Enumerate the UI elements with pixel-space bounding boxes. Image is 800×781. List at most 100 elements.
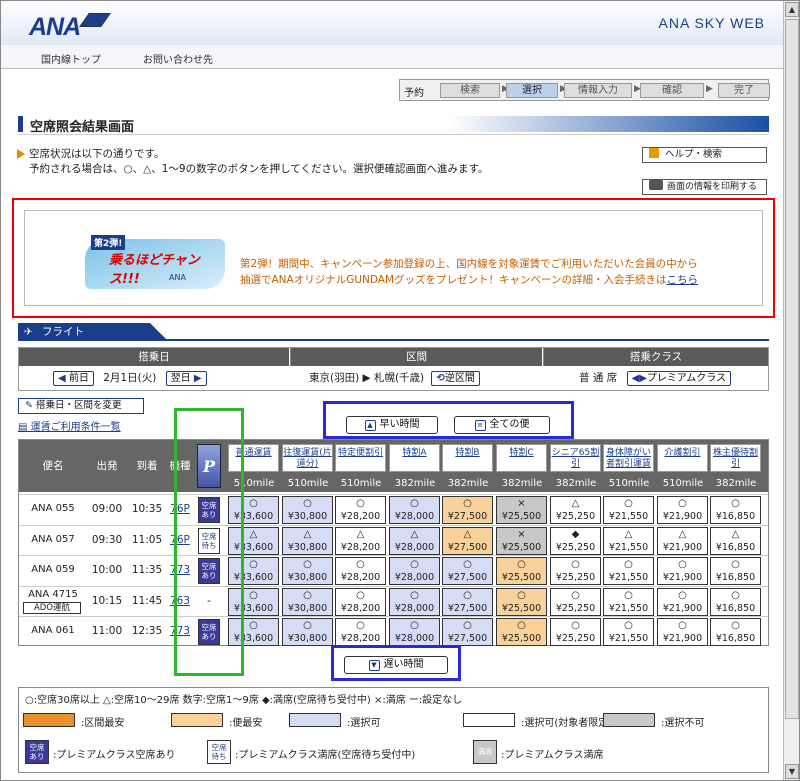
ana-logo[interactable]: ANA [29, 13, 112, 42]
arrow-up-icon: ▲ [364, 420, 376, 431]
fare-seat-button[interactable]: ○ ¥28,000 [389, 618, 440, 646]
premium-status-button[interactable]: 空席あり [198, 619, 220, 645]
fare-seat-button[interactable]: ○ ¥21,900 [657, 557, 708, 585]
fare-seat-button[interactable]: ○ ¥28,200 [335, 496, 386, 524]
reverse-route-button[interactable]: ⟲逆区間 [431, 370, 480, 386]
fare-seat-button[interactable]: ○ ¥30,800 [282, 618, 333, 646]
earlier-flights-button[interactable]: ▲ 早い時間 [346, 416, 438, 434]
fare-seat-button[interactable]: ○ ¥33,600 [228, 618, 279, 646]
premium-status-button[interactable]: 空席あり [198, 497, 220, 523]
fare-seat-button[interactable]: ○ ¥30,800 [282, 588, 333, 616]
fare-seat-button[interactable]: ○ ¥21,550 [603, 496, 654, 524]
seat-symbol: × [517, 529, 526, 540]
fare-header-9[interactable]: 介護割引 [657, 444, 708, 472]
next-day-button[interactable]: 翌日 ▶ [165, 370, 207, 386]
fare-price: ¥33,600 [233, 633, 274, 644]
all-flights-button[interactable]: ≡ 全ての便 [454, 416, 550, 434]
fare-seat-button[interactable]: ○ ¥27,500 [442, 618, 493, 646]
fare-seat-button[interactable]: △ ¥25,250 [550, 496, 601, 524]
fare-seat-button[interactable]: ○ ¥28,200 [335, 557, 386, 585]
fare-seat-button[interactable]: ○ ¥16,850 [710, 618, 761, 646]
fare-header-3[interactable]: 特定便割引 [335, 444, 386, 472]
fare-seat-button[interactable]: ○ ¥25,500 [496, 557, 547, 585]
fare-seat-button[interactable]: △ ¥30,800 [282, 527, 333, 555]
aircraft-type-link[interactable]: 763 [167, 595, 193, 607]
fare-header-1[interactable]: 普通運賃 [228, 444, 279, 472]
fare-seat-button[interactable]: ○ ¥25,250 [550, 618, 601, 646]
fare-seat-button[interactable]: ○ ¥21,550 [603, 557, 654, 585]
all-flights-label: 全ての便 [489, 419, 530, 430]
fare-header-10[interactable]: 株主優待割引 [710, 444, 761, 472]
nav-contact[interactable]: お問い合わせ先 [143, 51, 213, 66]
campaign-link[interactable]: こちら [667, 274, 699, 286]
fare-seat-button[interactable]: ○ ¥28,000 [389, 557, 440, 585]
premium-status-button[interactable]: 空席あり [198, 558, 220, 584]
fare-seat-button[interactable]: ○ ¥30,800 [282, 496, 333, 524]
fare-seat-button[interactable]: ○ ¥33,600 [228, 496, 279, 524]
fare-seat-button[interactable]: ○ ¥27,500 [442, 496, 493, 524]
aircraft-type-link[interactable]: 76P [167, 534, 193, 546]
legend-premium-icon: 空席待ち [207, 740, 231, 764]
fare-seat-button[interactable]: ○ ¥28,000 [389, 588, 440, 616]
fare-header-6[interactable]: 特割C [496, 444, 547, 472]
fare-seat-button[interactable]: ○ ¥27,500 [442, 588, 493, 616]
fare-seat-button[interactable]: ○ ¥21,900 [657, 618, 708, 646]
aircraft-type-link[interactable]: 76P [167, 503, 193, 515]
scroll-thumb[interactable] [785, 19, 799, 719]
fare-seat-button[interactable]: ○ ¥21,900 [657, 496, 708, 524]
fare-header-7[interactable]: シニア65割引 [550, 444, 601, 472]
legend-premium-label: :プレミアムクラス満席(空席待ち受付中) [235, 750, 416, 761]
later-flights-button[interactable]: ▼ 遅い時間 [344, 656, 448, 674]
fare-seat-button[interactable]: △ ¥33,600 [228, 527, 279, 555]
seat-symbol: ○ [463, 559, 472, 570]
browser-window: ANA ANA SKY WEB 国内線トップ お問い合わせ先 予約 検索▶選択▶… [0, 0, 800, 781]
change-date-route-button[interactable]: ✎ 搭乗日・区間を変更 [18, 398, 144, 414]
aircraft-type-link[interactable]: 773 [167, 564, 193, 576]
fare-seat-button[interactable]: △ ¥28,000 [389, 527, 440, 555]
campaign-banner[interactable]: 第2弾! 乗るほどチャンス!!! ANA 第2弾！期間中、キャンペーン参加登録の… [24, 210, 763, 306]
fare-seat-button[interactable]: ○ ¥21,550 [603, 618, 654, 646]
fare-rules-link[interactable]: ▤ 運賃ご利用条件一覧 [18, 418, 121, 433]
fare-mile-3: 510mile [334, 476, 388, 492]
help-search-button[interactable]: ヘルプ・検索 [642, 147, 767, 163]
fare-seat-button[interactable]: ○ ¥25,500 [496, 618, 547, 646]
fare-seat-button[interactable]: ○ ¥33,600 [228, 557, 279, 585]
fare-seat-button[interactable]: ○ ¥16,850 [710, 588, 761, 616]
fare-header-5[interactable]: 特割B [442, 444, 493, 472]
vertical-scrollbar[interactable]: ▲ ▼ [783, 1, 799, 780]
fare-seat-button[interactable]: ○ ¥30,800 [282, 557, 333, 585]
fare-price: ¥21,900 [662, 603, 703, 614]
print-button[interactable]: 画面の情報を印刷する [642, 179, 767, 195]
nav-domestic-top[interactable]: 国内線トップ [41, 51, 101, 66]
fare-seat-button[interactable]: ○ ¥25,250 [550, 588, 601, 616]
fare-seat-button[interactable]: ○ ¥28,200 [335, 588, 386, 616]
fare-seat-button[interactable]: ○ ¥28,200 [335, 618, 386, 646]
fare-seat-button[interactable]: ○ ¥25,250 [550, 557, 601, 585]
fare-header-2[interactable]: 往復運賃(片道分) [282, 444, 333, 472]
premium-status-button[interactable]: 空席待ち [198, 528, 220, 554]
fare-header-8[interactable]: 身体障がい者割引運賃 [603, 444, 654, 472]
campaign-airplane-image[interactable]: 第2弾! 乗るほどチャンス!!! ANA [85, 235, 225, 289]
fare-seat-button[interactable]: △ ¥21,550 [603, 527, 654, 555]
scroll-up-icon[interactable]: ▲ [785, 2, 799, 17]
fare-seat-button[interactable]: ○ ¥33,600 [228, 588, 279, 616]
prev-day-button[interactable]: ◀ 前日 [53, 370, 94, 386]
fare-header-4[interactable]: 特割A [389, 444, 440, 472]
aircraft-type-link[interactable]: 773 [167, 625, 193, 637]
premium-class-button[interactable]: ◀▶プレミアムクラス [626, 370, 732, 386]
fare-seat-button[interactable]: ○ ¥21,900 [657, 588, 708, 616]
fare-seat-button[interactable]: ○ ¥25,500 [496, 588, 547, 616]
fare-seat-button[interactable]: ○ ¥16,850 [710, 496, 761, 524]
fare-seat-button[interactable]: △ ¥27,500 [442, 527, 493, 555]
date-selector: ◀ 前日 2月1日(火) 翌日 ▶ [53, 366, 253, 390]
fare-seat-button[interactable]: ○ ¥21,550 [603, 588, 654, 616]
fare-seat-button[interactable]: △ ¥16,850 [710, 527, 761, 555]
fare-seat-button[interactable]: ○ ¥28,000 [389, 496, 440, 524]
fare-seat-button[interactable]: △ ¥28,200 [335, 527, 386, 555]
fare-seat-button[interactable]: ○ ¥16,850 [710, 557, 761, 585]
seat-symbol: ○ [410, 498, 419, 509]
fare-seat-button[interactable]: ◆ ¥25,250 [550, 527, 601, 555]
fare-seat-button[interactable]: ○ ¥27,500 [442, 557, 493, 585]
fare-seat-button[interactable]: △ ¥21,900 [657, 527, 708, 555]
scroll-down-icon[interactable]: ▼ [785, 764, 799, 779]
